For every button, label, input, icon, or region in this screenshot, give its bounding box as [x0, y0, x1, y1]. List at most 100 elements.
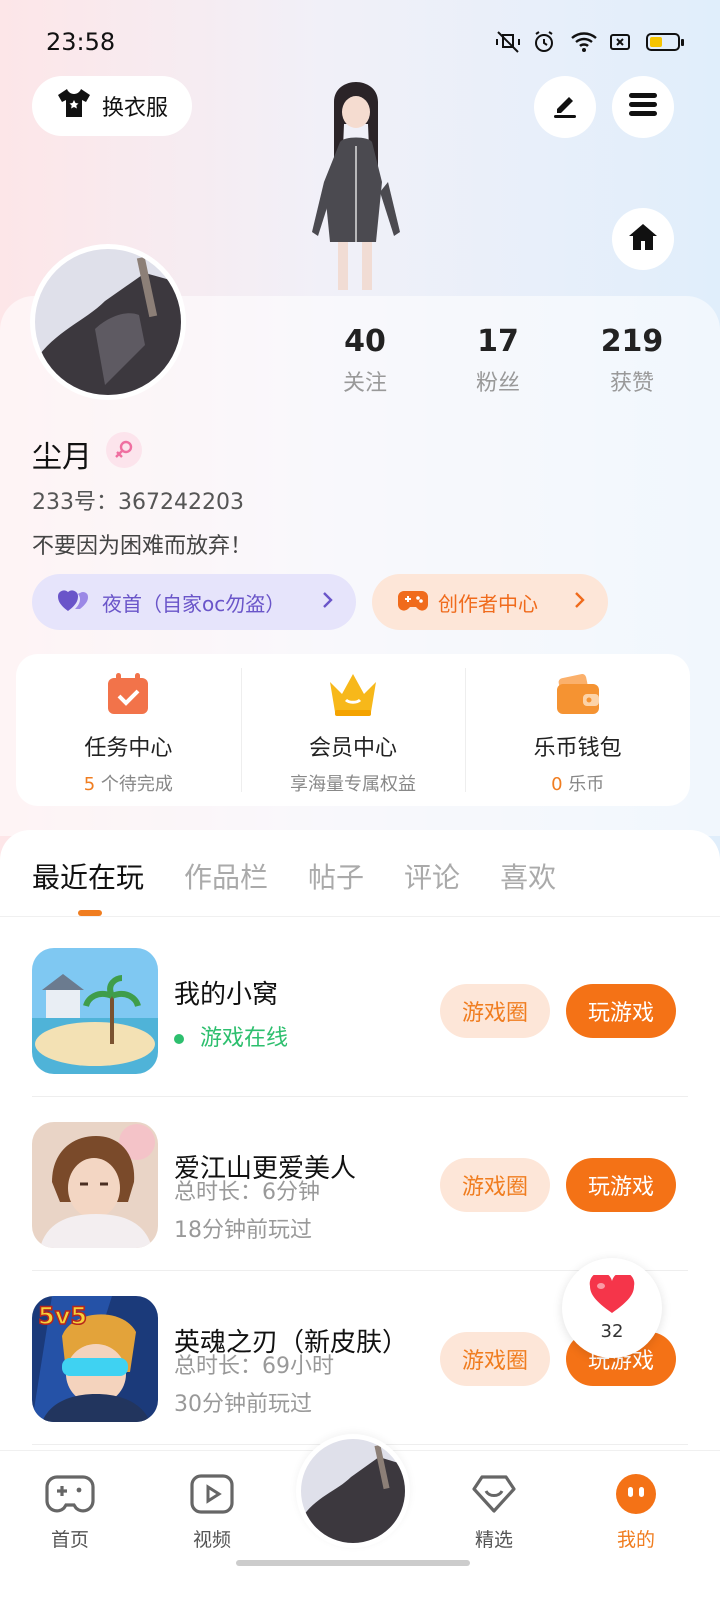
menu-icon: [627, 91, 659, 123]
online-dot-icon: [174, 1034, 184, 1044]
status-icons: [494, 30, 684, 54]
nav-home-label: 首页: [50, 1529, 89, 1551]
tabs-divider: [0, 916, 720, 917]
play-game-button[interactable]: 玩游戏: [566, 984, 676, 1038]
coin-wallet-title: 乐币钱包: [533, 736, 622, 761]
home-icon: [626, 221, 660, 257]
calendar-check-icon: [104, 670, 152, 722]
game-row[interactable]: 我的小窝 游戏在线 游戏圈 玩游戏: [32, 948, 688, 1078]
tab-likes[interactable]: 喜欢: [500, 856, 556, 896]
creator-center-label: 创作者中心: [438, 591, 538, 616]
user-id: 233号：367242203: [32, 490, 244, 515]
game-circle-button[interactable]: 游戏圈: [440, 1158, 550, 1212]
task-center-title: 任务中心: [84, 736, 173, 761]
chevron-right-icon: [574, 590, 586, 614]
game-circle-button[interactable]: 游戏圈: [440, 984, 550, 1038]
coin-unit: 乐币: [562, 774, 605, 795]
following-label: 关注: [342, 371, 387, 396]
profile-tabs: 最近在玩 作品栏 帖子 评论 喜欢: [32, 856, 556, 896]
nav-featured[interactable]: 精选: [444, 1473, 544, 1552]
play-video-icon: [189, 1473, 235, 1519]
game-circle-button[interactable]: 游戏圈: [440, 1332, 550, 1386]
vip-center-link[interactable]: 会员中心 享海量专属权益: [240, 654, 466, 806]
tab-posts[interactable]: 帖子: [308, 856, 364, 896]
tab-comments[interactable]: 评论: [404, 856, 460, 896]
tab-recently-played[interactable]: 最近在玩: [32, 856, 144, 896]
female-gender-icon: [106, 432, 142, 468]
game-duration: 总时长：69小时: [174, 1354, 334, 1379]
heart-diamond-icon: [470, 1473, 518, 1519]
crown-icon: [326, 670, 380, 722]
game-icon[interactable]: [32, 948, 158, 1074]
change-outfit-label: 换衣服: [101, 96, 168, 121]
floating-like-button[interactable]: 32: [562, 1258, 662, 1358]
nav-video[interactable]: 视频: [162, 1473, 262, 1552]
oc-character-label: 夜首（自家oc勿盗）: [102, 591, 286, 616]
home-space-button[interactable]: [612, 208, 674, 270]
likes-count: 219: [600, 324, 664, 359]
quick-links-card: 任务中心 5 个待完成 会员中心 享海量专属权益 乐币钱包 0 乐币: [16, 654, 690, 806]
wifi-icon: [570, 30, 597, 54]
home-indicator[interactable]: [236, 1560, 470, 1566]
nav-video-label: 视频: [192, 1529, 231, 1551]
avatar[interactable]: [30, 244, 186, 400]
following-count: 40: [344, 324, 386, 359]
fans-label: 粉丝: [475, 371, 520, 396]
nav-mine[interactable]: 我的: [586, 1473, 686, 1552]
play-game-button[interactable]: 玩游戏: [566, 1158, 676, 1212]
pen-icon: [549, 89, 581, 125]
like-count: 32: [600, 1320, 624, 1342]
avatar-character-figure[interactable]: [290, 82, 420, 294]
change-outfit-button[interactable]: 换衣服: [32, 76, 192, 136]
oc-character-button[interactable]: 夜首（自家oc勿盗）: [32, 574, 356, 630]
game-row[interactable]: 爱江山更爱美人 总时长：6分钟 18分钟前玩过 游戏圈 玩游戏: [32, 1122, 688, 1252]
nav-avatar-button[interactable]: [296, 1434, 410, 1548]
task-center-link[interactable]: 任务中心 5 个待完成: [16, 654, 241, 806]
coin-wallet-subtitle: 0 乐币: [551, 770, 604, 796]
vip-center-subtitle: 享海量专属权益: [290, 774, 416, 795]
sim-icon: [608, 30, 634, 54]
fans-count: 17: [477, 324, 519, 359]
vip-center-title: 会员中心: [309, 736, 398, 761]
game-icon[interactable]: [32, 1122, 158, 1248]
game-duration: 总时长：6分钟: [174, 1180, 320, 1205]
creator-center-button[interactable]: 创作者中心: [372, 574, 608, 630]
menu-button[interactable]: [612, 76, 674, 138]
username: 尘月: [32, 440, 92, 475]
following-stat[interactable]: 40 关注: [305, 324, 425, 397]
game-icon-badge: 5v5: [38, 1302, 87, 1330]
fans-stat[interactable]: 17 粉丝: [438, 324, 558, 397]
coin-wallet-link[interactable]: 乐币钱包 0 乐币: [465, 654, 690, 806]
task-center-subtitle: 5 个待完成: [84, 770, 173, 796]
likes-label: 获赞: [609, 371, 654, 396]
gamepad-icon: [45, 1473, 95, 1519]
heart-icon: [589, 1271, 635, 1319]
edit-profile-button[interactable]: [534, 76, 596, 138]
game-last-played: 18分钟前玩过: [174, 1218, 312, 1243]
row-divider: [32, 1096, 688, 1097]
avatar-image: [35, 249, 181, 395]
nav-mine-label: 我的: [616, 1529, 655, 1551]
chevron-right-icon: [322, 590, 334, 614]
shirt-icon: [56, 87, 92, 125]
profile-face-icon: [614, 1473, 658, 1519]
gamepad-icon: [398, 587, 428, 618]
user-bio: 不要因为困难而放弃！: [32, 534, 253, 559]
status-time: 23:58: [46, 28, 116, 56]
game-last-played: 30分钟前玩过: [174, 1392, 312, 1417]
hearts-icon: [58, 587, 92, 618]
nav-featured-label: 精选: [474, 1529, 513, 1551]
avatar: [301, 1439, 405, 1543]
battery-icon: [646, 33, 684, 51]
status-bar: 23:58: [0, 0, 720, 88]
game-icon[interactable]: 5v5: [32, 1296, 158, 1422]
game-online-status: 游戏在线: [174, 1020, 288, 1052]
wallet-icon: [553, 670, 603, 722]
online-status-label: 游戏在线: [200, 1026, 289, 1051]
tab-works[interactable]: 作品栏: [184, 856, 268, 896]
likes-stat[interactable]: 219 获赞: [572, 324, 692, 397]
pending-task-suffix: 个待完成: [95, 774, 173, 795]
mute-vibrate-icon: [494, 30, 520, 54]
nav-home[interactable]: 首页: [20, 1473, 120, 1552]
coin-balance: 0: [551, 774, 563, 795]
